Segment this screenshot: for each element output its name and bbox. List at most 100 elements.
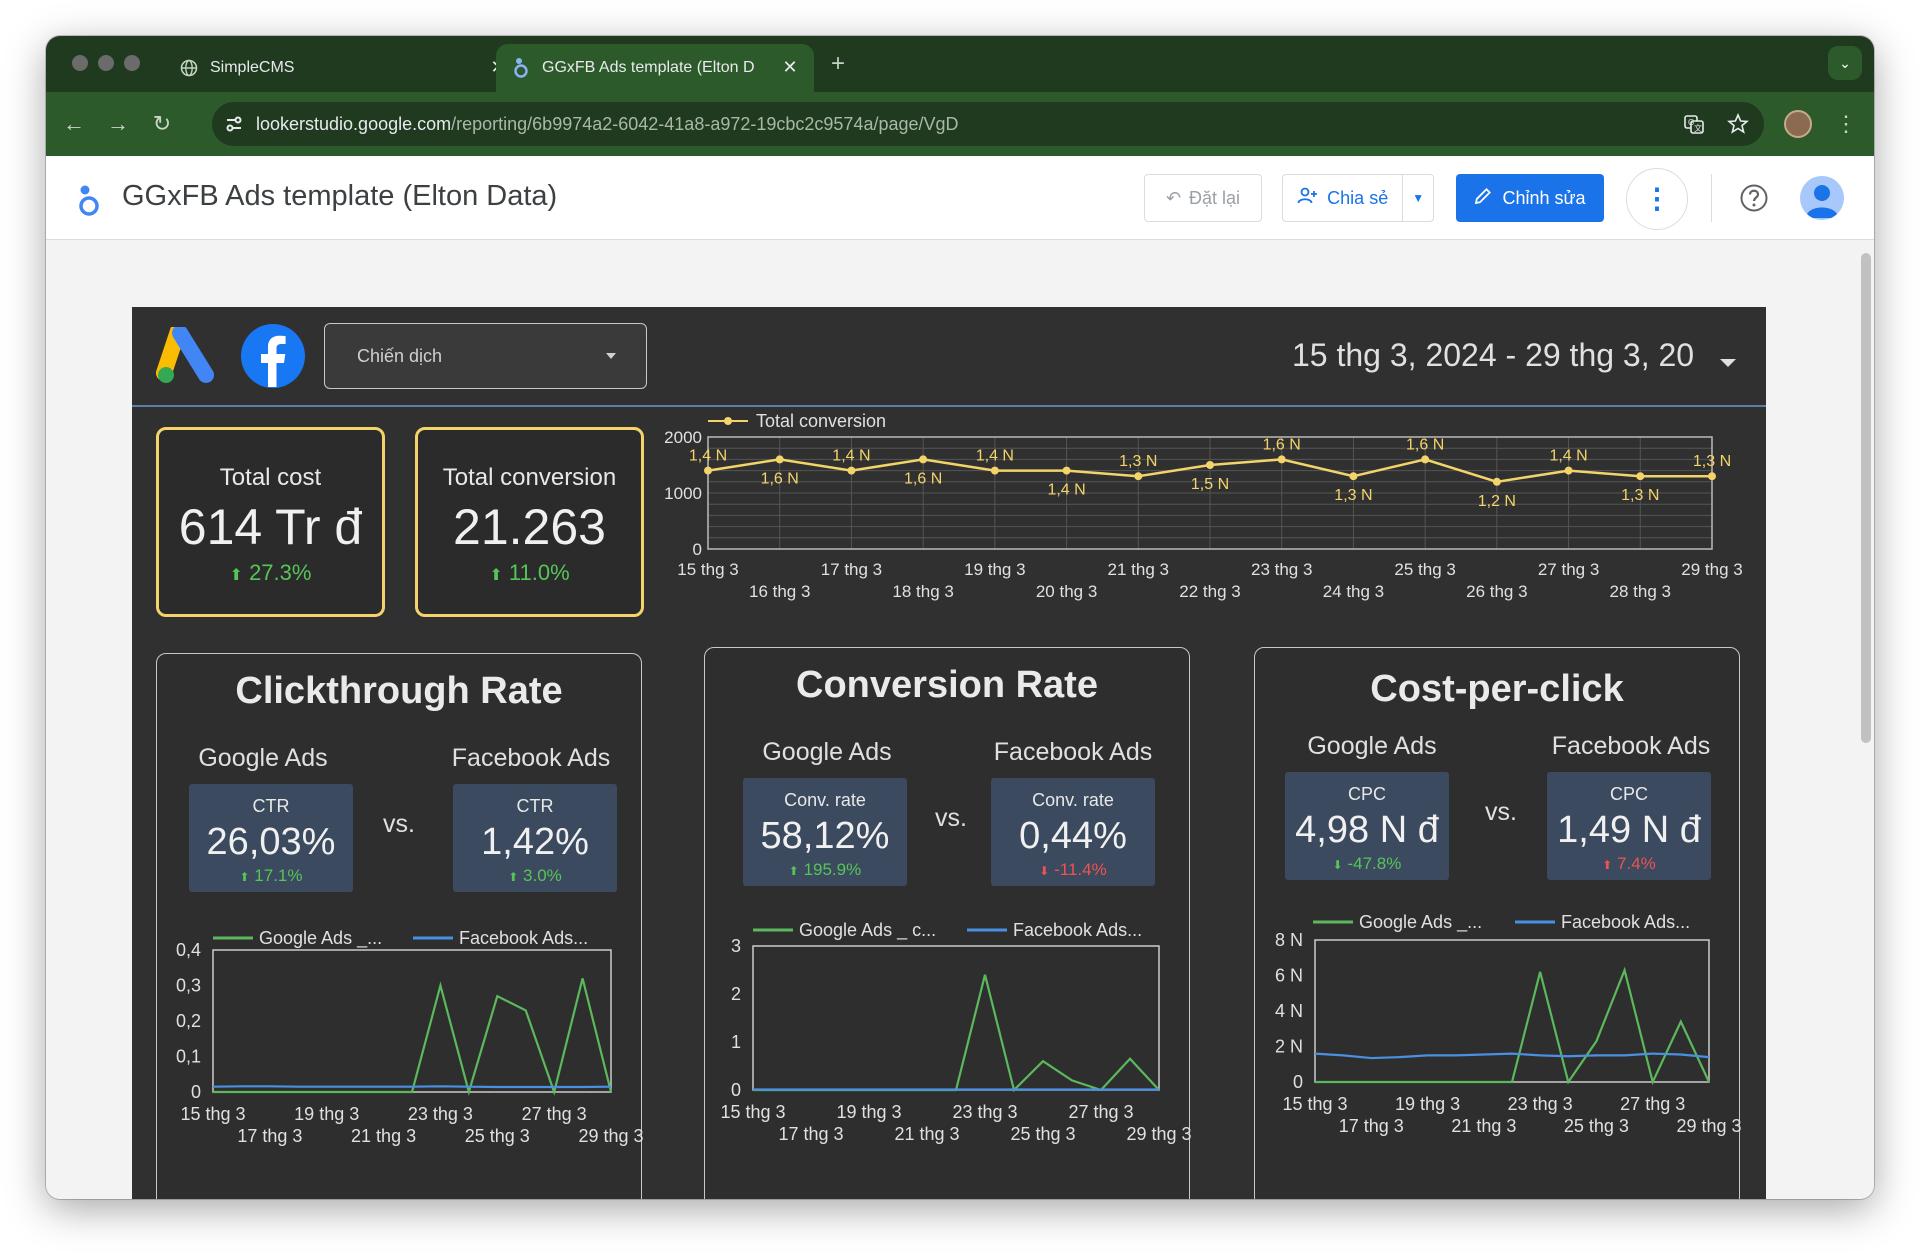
metric-value: 1,49 N đ [1557, 809, 1701, 851]
x-tick-label: 25 thg 3 [465, 1126, 530, 1146]
data-label: 1,4 N [976, 448, 1014, 465]
campaign-filter-dropdown[interactable]: Chiến dịch [324, 323, 647, 389]
data-label: 1,4 N [1047, 482, 1085, 499]
kpi-label: Total conversion [442, 464, 617, 491]
translate-icon[interactable]: G文 [1676, 102, 1712, 146]
right-platform-label: Facebook Ads [993, 738, 1153, 766]
edit-button[interactable]: Chỉnh sửa [1456, 174, 1604, 222]
back-arrow-icon[interactable]: ← [58, 108, 90, 140]
kpi-delta-value: 11.0% [508, 560, 570, 585]
share-dropdown-icon[interactable]: ▼ [1403, 191, 1433, 205]
share-main-button[interactable]: Chia sẻ [1283, 175, 1404, 221]
header-divider [1711, 174, 1712, 222]
data-point [1708, 472, 1716, 481]
browser-profile-avatar[interactable] [1784, 110, 1812, 138]
x-tick-label: 28 thg 3 [1610, 582, 1671, 601]
metric-name: CTR [516, 796, 554, 816]
add-person-icon [1297, 187, 1319, 210]
left-platform-label: Google Ads [1307, 732, 1437, 760]
y-tick-label: 8 N [1275, 930, 1303, 950]
url-path: /reporting/6b9974a2-6042-41a8-a972-19cbc… [451, 113, 959, 134]
scrollbar-thumb[interactable] [1861, 253, 1871, 743]
user-avatar[interactable] [1800, 176, 1844, 220]
metric-name: CPC [1609, 784, 1648, 804]
legend-label: Facebook Ads... [1561, 912, 1690, 932]
x-tick-label: 19 thg 3 [294, 1104, 359, 1124]
help-icon[interactable] [1738, 182, 1770, 214]
data-point [704, 466, 712, 475]
x-tick-label: 27 thg 3 [1538, 560, 1599, 579]
globe-icon [180, 59, 198, 77]
more-options-icon[interactable]: ⋮ [1626, 168, 1688, 230]
tab-search-chevron-icon[interactable]: ⌄ [1828, 46, 1862, 80]
legend-label: Google Ads _ c... [799, 920, 936, 941]
vs-label: vs. [935, 804, 967, 832]
x-tick-label: 19 thg 3 [836, 1102, 901, 1122]
y-tick-label: 4 N [1275, 1001, 1303, 1021]
dropdown-caret-icon [606, 353, 616, 359]
new-tab-button[interactable]: + [824, 50, 852, 78]
vertical-scrollbar[interactable] [1858, 249, 1872, 1189]
y-tick-label: 6 N [1275, 966, 1303, 986]
y-tick-label: 0,1 [176, 1047, 201, 1067]
x-tick-label: 29 thg 3 [1126, 1124, 1191, 1144]
metric-delta: ⬆ 17.1% [189, 866, 353, 886]
data-point [775, 455, 784, 464]
panel-title: Clickthrough Rate [235, 670, 563, 712]
x-tick-label: 17 thg 3 [237, 1126, 302, 1146]
share-button[interactable]: Chia sẻ ▼ [1282, 174, 1434, 222]
minimize-window-dot[interactable] [98, 55, 114, 71]
close-window-dot[interactable] [72, 55, 88, 71]
y-tick-label: 0,3 [176, 976, 201, 996]
reload-icon[interactable]: ↻ [146, 108, 178, 140]
data-point [1421, 455, 1430, 464]
metric-value: 0,44% [1019, 815, 1127, 857]
tab-strip: SimpleCMS ✕ GGxFB Ads template (Elton D … [46, 36, 1874, 92]
facebook-ads-metric-box: CTR 1,42% ⬆ 3.0% [453, 784, 617, 892]
vs-label: vs. [383, 810, 415, 838]
series-line-facebook-ads [212, 1085, 612, 1089]
site-info-icon[interactable] [212, 102, 256, 146]
date-range-picker[interactable]: 15 thg 3, 2024 - 29 thg 3, 20 [1292, 337, 1694, 374]
metric-value: 4,98 N đ [1295, 809, 1439, 851]
kpi-delta-value: 27.3% [249, 560, 312, 585]
bookmark-star-icon[interactable] [1720, 102, 1756, 146]
tab-looker-report[interactable]: GGxFB Ads template (Elton D ✕ [496, 44, 814, 92]
up-arrow-icon: ⬆ [788, 864, 799, 878]
reset-button[interactable]: ↶ Đặt lại [1144, 174, 1262, 222]
data-label: 1,3 N [1621, 487, 1659, 504]
tab-simplecms[interactable]: SimpleCMS ✕ [164, 44, 522, 92]
date-dropdown-caret-icon[interactable] [1720, 359, 1736, 367]
x-tick-label: 25 thg 3 [1394, 560, 1455, 579]
share-label: Chia sẻ [1327, 187, 1389, 208]
x-tick-label: 17 thg 3 [1339, 1116, 1404, 1136]
y-tick-label: 0,2 [176, 1011, 201, 1031]
metric-delta-value: 17.1% [254, 866, 303, 885]
up-arrow-icon: ⬆ [489, 567, 503, 584]
panel-cost-per-click: Cost-per-click Google Ads Facebook Ads v… [1254, 647, 1741, 1199]
x-tick-label: 18 thg 3 [892, 582, 953, 601]
forward-arrow-icon[interactable]: → [102, 108, 134, 140]
report-page: Chiến dịch 15 thg 3, 2024 - 29 thg 3, 20… [132, 307, 1766, 1199]
y-tick-label: 1 [731, 1032, 741, 1052]
browser-menu-icon[interactable]: ⋮ [1832, 110, 1860, 138]
legend-marker [724, 417, 732, 425]
google-ads-metric-box: CTR 26,03% ⬆ 17.1% [189, 784, 353, 892]
legend-label: Google Ads _... [259, 928, 382, 949]
vs-label: vs. [1485, 798, 1517, 826]
zoom-window-dot[interactable] [124, 55, 140, 71]
data-label: 1,5 N [1191, 476, 1229, 493]
data-point [1206, 461, 1214, 469]
close-tab-icon[interactable]: ✕ [780, 57, 800, 77]
edit-label: Chỉnh sửa [1502, 187, 1586, 208]
data-label: 1,6 N [904, 470, 942, 487]
metric-delta: ⬆ 3.0% [453, 866, 617, 886]
address-bar[interactable]: lookerstudio.google.com/reporting/6b9974… [212, 102, 1764, 146]
app-header: GGxFB Ads template (Elton Data) ↶ Đặt lạ… [46, 156, 1874, 240]
facebook-ads-metric-box: Conv. rate 0,44% ⬇ -11.4% [991, 778, 1155, 886]
x-tick-label: 20 thg 3 [1036, 582, 1097, 601]
plot-frame [1314, 939, 1710, 1083]
y-tick-label: 1000 [664, 484, 702, 503]
data-label: 1,6 N [1263, 436, 1301, 453]
url-host: lookerstudio.google.com [256, 113, 452, 134]
